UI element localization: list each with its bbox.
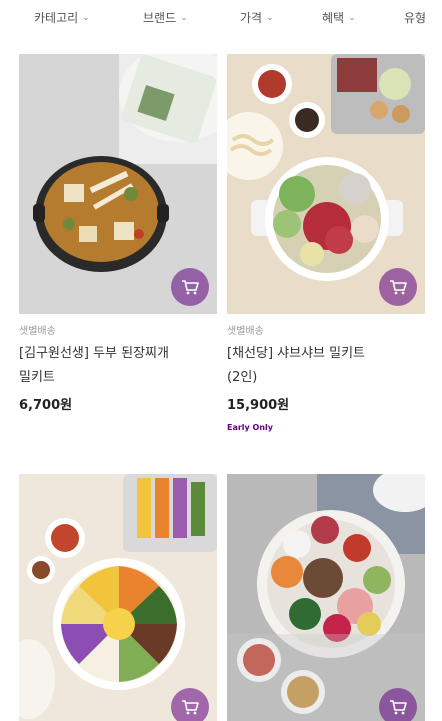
product-name-line: 밀키트 <box>19 370 55 385</box>
filter-type[interactable]: 유형 <box>404 9 426 26</box>
add-to-cart-button[interactable] <box>171 688 209 721</box>
filter-price[interactable]: 가격 ⌄ <box>240 9 274 26</box>
product-name-line: (2인) <box>227 370 258 385</box>
product-image[interactable] <box>19 54 217 314</box>
filter-benefit-label: 혜택 <box>322 11 345 25</box>
product-photo-bibimbap <box>19 474 217 721</box>
product-price: 6,700원 <box>19 398 73 413</box>
chevron-down-icon: ⌄ <box>348 12 356 23</box>
cart-icon <box>390 700 407 715</box>
chevron-down-icon: ⌄ <box>266 12 274 23</box>
product-card[interactable] <box>227 474 425 721</box>
delivery-tag: 샛별배송 <box>19 326 56 337</box>
product-photo-salad <box>227 474 425 721</box>
product-card[interactable] <box>19 474 217 721</box>
cart-icon <box>182 280 199 295</box>
product-name-line: [채선당] 샤브샤브 밀키트 <box>227 346 366 361</box>
add-to-cart-button[interactable] <box>171 268 209 306</box>
filter-brand-label: 브랜드 <box>143 11 177 25</box>
filter-bar: 카테고리 ⌄ 브랜드 ⌄ 가격 ⌄ 혜택 ⌄ 유형 <box>0 0 442 36</box>
product-image[interactable] <box>227 474 425 721</box>
product-name[interactable]: [김구원선생] 두부 된장찌개 밀키트 <box>19 342 217 390</box>
cart-icon <box>390 280 407 295</box>
product-image[interactable] <box>227 54 425 314</box>
early-only-badge: Early Only <box>227 423 274 432</box>
product-name-line: [김구원선생] 두부 된장찌개 <box>19 346 169 361</box>
chevron-down-icon: ⌄ <box>82 12 90 23</box>
product-image[interactable] <box>19 474 217 721</box>
filter-category[interactable]: 카테고리 ⌄ <box>34 9 90 26</box>
filter-category-label: 카테고리 <box>34 11 79 25</box>
filter-brand[interactable]: 브랜드 ⌄ <box>143 9 188 26</box>
filter-type-label: 유형 <box>404 11 427 25</box>
cart-icon <box>182 700 199 715</box>
chevron-down-icon: ⌄ <box>180 12 188 23</box>
filter-benefit[interactable]: 혜택 ⌄ <box>322 9 356 26</box>
product-price: 15,900원 <box>227 398 290 413</box>
add-to-cart-button[interactable] <box>379 688 417 721</box>
delivery-tag: 샛별배송 <box>227 326 264 337</box>
filter-price-label: 가격 <box>240 11 263 25</box>
add-to-cart-button[interactable] <box>379 268 417 306</box>
product-card[interactable]: 샛별배송 [채선당] 샤브샤브 밀키트 (2인) 15,900원 Early O… <box>227 54 425 432</box>
product-card[interactable]: 샛별배송 [김구원선생] 두부 된장찌개 밀키트 6,700원 <box>19 54 217 413</box>
product-name[interactable]: [채선당] 샤브샤브 밀키트 (2인) <box>227 342 425 390</box>
